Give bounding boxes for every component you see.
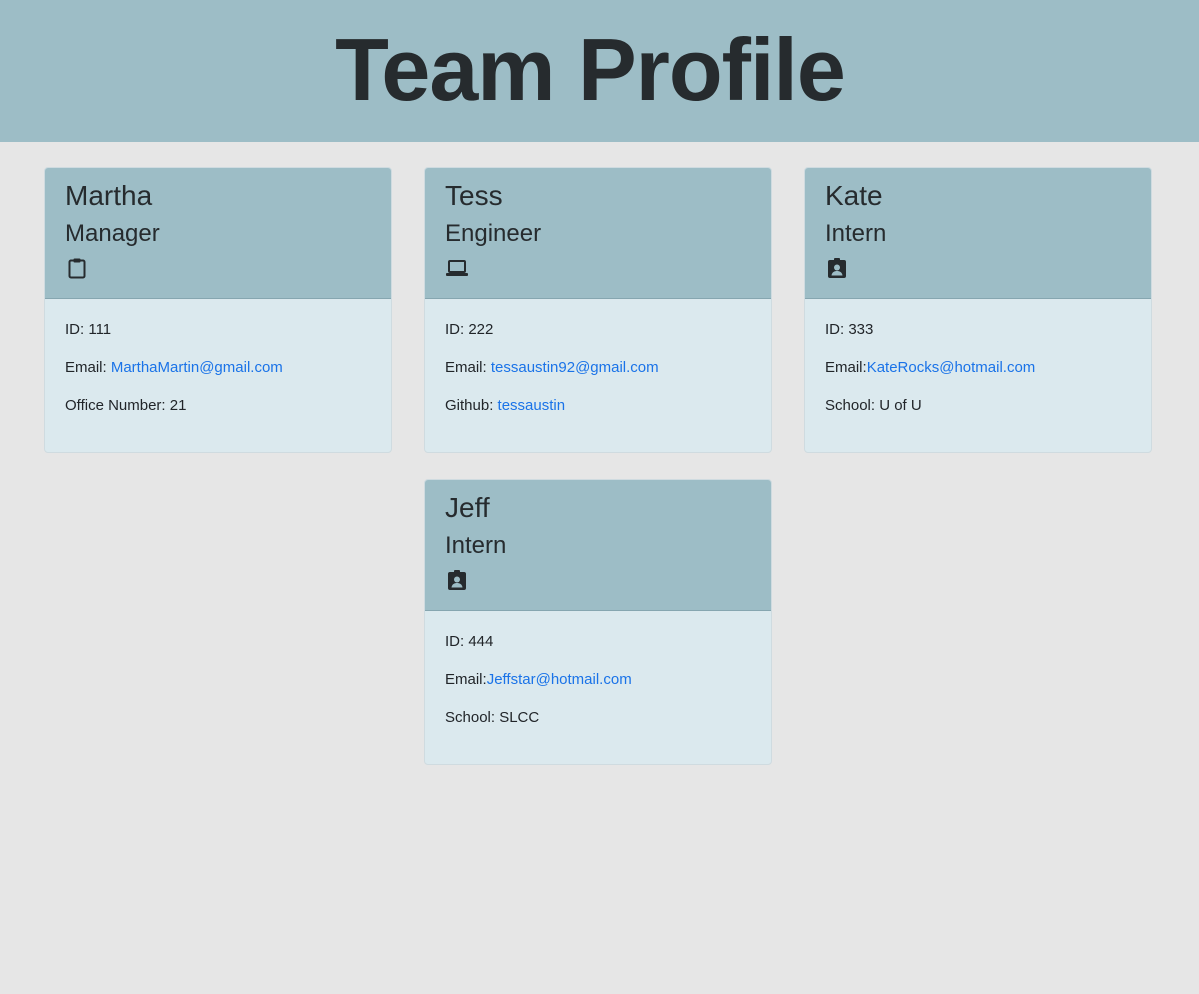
card-header: Jeff Intern [425,480,771,611]
employee-name: Jeff [445,492,490,523]
employee-id: ID: 333 [825,321,874,338]
employee-email: Email:KateRocks@hotmail.com [825,359,1036,376]
email-link[interactable]: KateRocks@hotmail.com [867,359,1036,376]
github-link[interactable]: tessaustin [498,397,566,414]
page-header: Team Profile [0,0,1199,142]
id-badge-icon [825,256,849,280]
card-header: Tess Engineer [425,168,771,299]
school: School: U of U [825,397,922,414]
employee-id: ID: 444 [445,633,494,650]
employee-role: Manager [65,220,160,247]
employee-role: Intern [445,532,507,559]
employee-email: Email: MarthaMartin@gmail.com [65,359,283,376]
employee-card-engineer: Tess Engineer ID: 222 Email: tessaustin9… [424,167,772,453]
employee-name: Martha [65,180,153,211]
laptop-icon [445,256,469,280]
employee-id: ID: 222 [445,321,494,338]
employee-card-intern: Kate Intern ID: 333 Email:KateRocks@hotm… [804,167,1152,453]
employee-role: Engineer [445,220,542,247]
employee-role: Intern [825,220,887,247]
email-link[interactable]: Jeffstar@hotmail.com [487,671,632,688]
clipboard-icon [65,256,89,280]
employee-id: ID: 111 [65,321,112,338]
employee-card-manager: Martha Manager ID: 111 Email: MarthaMart… [44,167,392,453]
page-title: Team Profile [335,20,846,119]
card-header: Martha Manager [45,168,391,299]
school: School: SLCC [445,709,540,726]
email-link[interactable]: tessaustin92@gmail.com [491,359,659,376]
office-number: Office Number: 21 [65,397,187,414]
email-link[interactable]: MarthaMartin@gmail.com [111,359,283,376]
card-header: Kate Intern [805,168,1151,299]
employee-name: Kate [825,180,883,211]
employee-card-intern: Jeff Intern ID: 444 Email:Jeffstar@hotma… [424,479,772,765]
employee-email: Email: tessaustin92@gmail.com [445,359,659,376]
id-badge-icon [445,568,469,592]
employee-name: Tess [445,180,503,211]
github: Github: tessaustin [445,397,566,414]
employee-email: Email:Jeffstar@hotmail.com [445,671,632,688]
